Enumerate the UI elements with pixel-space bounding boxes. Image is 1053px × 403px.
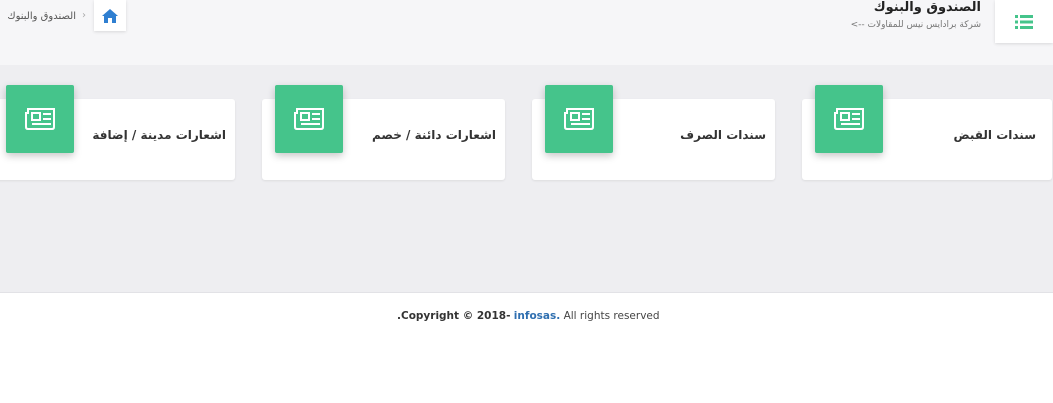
newspaper-icon[interactable] bbox=[545, 85, 613, 153]
newspaper-icon[interactable] bbox=[815, 85, 883, 153]
card-label-payment-vouchers: سندات الصرف bbox=[680, 128, 766, 142]
page-subtitle: شركة برادايس نيس للمقاولات --> bbox=[850, 20, 981, 30]
newspaper-icon[interactable] bbox=[6, 85, 74, 153]
home-button[interactable] bbox=[94, 0, 126, 31]
list-icon bbox=[1015, 14, 1033, 29]
card-label-credit-notes: اشعارات دائنة / خصم bbox=[371, 128, 496, 142]
page-footer: .Copyright © 2018- infosas. All rights r… bbox=[0, 292, 1053, 403]
copyright-suffix: All rights reserved bbox=[563, 310, 660, 322]
copyright-text: .Copyright © 2018- infosas. All rights r… bbox=[397, 310, 660, 322]
page-title: الصندوق والبنوك bbox=[873, 0, 981, 15]
copyright-prefix: .Copyright © 2018- bbox=[397, 310, 511, 322]
breadcrumb-separator: › bbox=[82, 10, 86, 21]
card-label-debit-notes: اشعارات مدينة / إضافة bbox=[92, 128, 226, 142]
brand-link[interactable]: infosas. bbox=[514, 310, 560, 322]
breadcrumb-current[interactable]: الصندوق والبنوك bbox=[7, 11, 76, 22]
page-header: الصندوق والبنوك شركة برادايس نيس للمقاول… bbox=[0, 0, 1053, 65]
home-icon bbox=[102, 8, 118, 23]
menu-toggle-button[interactable] bbox=[995, 0, 1053, 43]
newspaper-icon[interactable] bbox=[275, 85, 343, 153]
card-label-receipt-vouchers: سندات القبض bbox=[953, 128, 1036, 142]
title-block: الصندوق والبنوك شركة برادايس نيس للمقاول… bbox=[851, 0, 981, 32]
